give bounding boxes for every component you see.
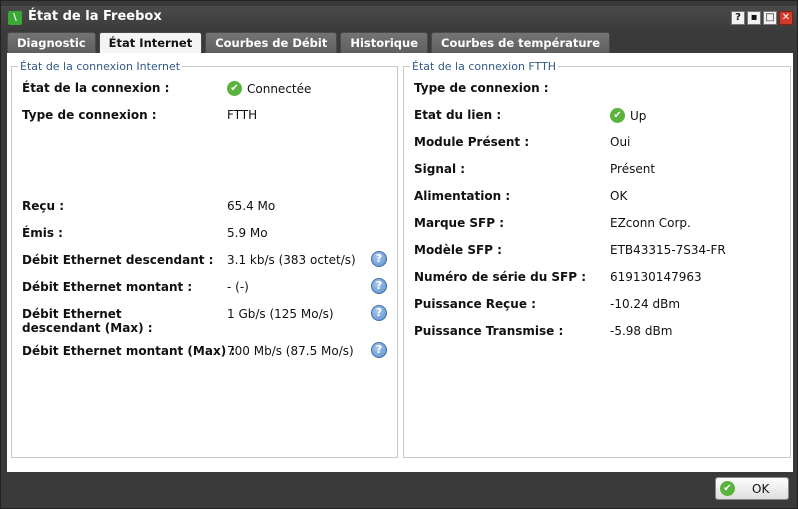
row-value: ETB43315-7S34-FR — [610, 243, 726, 257]
row-value: 619130147963 — [610, 270, 702, 284]
ok-button-label: OK — [752, 482, 770, 496]
freebox-app-icon: \ — [8, 11, 22, 25]
tab-bar: Diagnostic État Internet Courbes de Débi… — [7, 32, 611, 53]
help-button[interactable]: ? — [731, 11, 745, 25]
row-value: ✔ Connectée — [227, 81, 311, 96]
row-label: Alimentation : — [414, 189, 511, 203]
row-label: Numéro de série du SFP : — [414, 270, 587, 284]
row-value: OK — [610, 189, 628, 203]
check-icon: ✔ — [720, 481, 735, 496]
row-value: 5.9 Mo — [227, 226, 268, 240]
row-label: Débit Ethernet montant (Max) : — [22, 344, 236, 358]
row-label: Débit Ethernet montant : — [22, 280, 193, 294]
window-controls: ? ▪ □ ✕ — [731, 11, 793, 25]
check-icon: ✔ — [610, 108, 625, 123]
tab-courbes-debit[interactable]: Courbes de Débit — [205, 32, 338, 53]
row-label: Signal : — [414, 162, 466, 176]
window-title: État de la Freebox — [28, 9, 162, 24]
row-label: État de la connexion : — [22, 81, 170, 95]
tab-content-panel: État de la connexion Internet État de la… — [7, 53, 793, 472]
connection-state-value: Connectée — [247, 81, 312, 96]
row-value: 1 Gb/s (125 Mo/s) — [227, 307, 334, 321]
row-value: Présent — [610, 162, 656, 176]
row-label: Type de connexion : — [414, 81, 549, 95]
tab-diagnostic[interactable]: Diagnostic — [7, 32, 96, 53]
row-label: Type de connexion : — [22, 108, 157, 122]
help-icon[interactable]: ? — [371, 278, 387, 294]
row-value: 65.4 Mo — [227, 199, 276, 213]
row-label: Etat du lien : — [414, 108, 502, 122]
help-icon[interactable]: ? — [371, 251, 387, 267]
link-state-value: Up — [630, 108, 647, 123]
row-label: Débit Ethernet descendant (Max) : — [22, 307, 153, 335]
row-value: -10.24 dBm — [610, 297, 681, 311]
row-value: ✔ Up — [610, 108, 646, 123]
internet-connection-group: État de la connexion Internet État de la… — [11, 60, 398, 458]
ok-button[interactable]: ✔ OK — [715, 477, 789, 500]
row-label: Marque SFP : — [414, 216, 505, 230]
row-label: Débit Ethernet descendant : — [22, 253, 214, 267]
row-label: Reçu : — [22, 199, 65, 213]
freebox-status-window: \ État de la Freebox ? ▪ □ ✕ Diagnostic … — [0, 0, 798, 509]
maximize-button[interactable]: □ — [763, 11, 777, 25]
row-label: Modèle SFP : — [414, 243, 502, 257]
ftth-connection-group: État de la connexion FTTH Type de connex… — [403, 60, 791, 458]
ftth-connection-legend: État de la connexion FTTH — [410, 60, 559, 73]
tab-historique[interactable]: Historique — [340, 32, 429, 53]
title-bar[interactable]: \ État de la Freebox ? ▪ □ ✕ — [1, 6, 797, 30]
help-icon[interactable]: ? — [371, 305, 387, 321]
dialog-footer: ✔ OK — [1, 472, 797, 508]
tab-etat-internet[interactable]: État Internet — [98, 32, 203, 53]
minimize-button[interactable]: ▪ — [747, 11, 761, 25]
row-value: - (-) — [227, 280, 249, 294]
close-button[interactable]: ✕ — [779, 11, 793, 25]
row-value: Oui — [610, 135, 631, 149]
row-value: EZconn Corp. — [610, 216, 691, 230]
row-value: -5.98 dBm — [610, 324, 673, 338]
check-icon: ✔ — [227, 81, 242, 96]
row-value: 3.1 kb/s (383 octet/s) — [227, 253, 356, 267]
internet-connection-legend: État de la connexion Internet — [18, 60, 183, 73]
row-label: Puissance Reçue : — [414, 297, 536, 311]
row-label: Puissance Transmise : — [414, 324, 564, 338]
row-label: Module Présent : — [414, 135, 530, 149]
row-value: FTTH — [227, 108, 258, 122]
help-icon[interactable]: ? — [371, 342, 387, 358]
tab-courbes-temperature[interactable]: Courbes de température — [431, 32, 611, 53]
row-value: 700 Mb/s (87.5 Mo/s) — [227, 344, 354, 358]
row-label: Émis : — [22, 226, 63, 240]
